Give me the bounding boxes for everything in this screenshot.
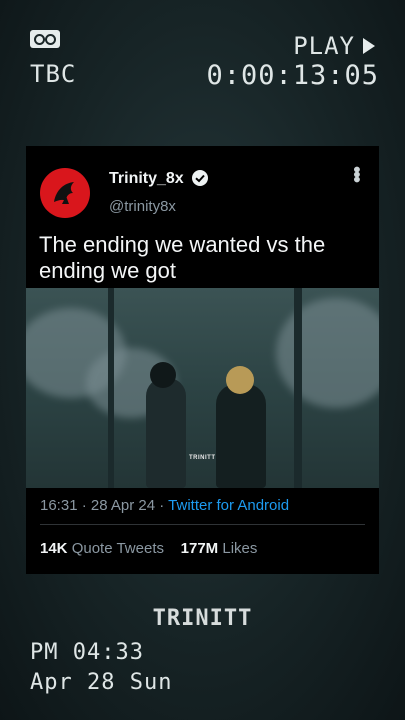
likes-stat[interactable]: 177M Likes [181,540,258,557]
tbc-label: TBC [30,60,77,88]
vhs-date: Apr 28 Sun [30,670,173,695]
tweet-header: Trinity_8x @trinity8x ••• The ending we … [26,146,379,288]
media-figure [216,384,266,488]
quote-count: 14K [40,540,68,557]
like-label: Likes [222,540,258,557]
tweet-date: 28 Apr 24 [90,497,156,514]
tweet-meta: 16:31 · 28 Apr 24 · Twitter for Android … [26,488,379,575]
more-options-icon[interactable]: ••• [344,166,367,181]
tape-counter: 0:00:13:05 [206,60,379,91]
media-figure [146,378,186,488]
play-triangle-icon [363,38,375,54]
media-figure-head [226,366,254,394]
tweet-card: Trinity_8x @trinity8x ••• The ending we … [26,146,379,574]
tweet-source-link[interactable]: Twitter for Android [168,497,289,514]
play-label: PLAY [293,32,355,60]
media-pillar [294,288,302,488]
avatar-logo-icon [54,182,74,204]
tweet-media[interactable]: TRINITT [26,288,379,488]
like-count: 177M [180,540,219,557]
tweet-text: The ending we wanted vs the ending we go… [39,232,326,283]
media-watermark: TRINITT [189,455,216,461]
avatar[interactable] [40,168,90,218]
play-indicator: PLAY [293,32,375,60]
tweet-time: 16:31 [40,497,78,514]
user-handle[interactable]: @trinity8x [109,198,176,215]
media-pillar [108,288,114,488]
channel-watermark: TRINITT [152,606,253,631]
verified-badge-icon [192,170,208,186]
display-name[interactable]: Trinity_8x [109,170,184,188]
tweet-timestamp: 16:31 · 28 Apr 24 · Twitter for Android [40,488,365,525]
quote-label: Quote Tweets [71,540,164,557]
vhs-time: PM 04:33 [30,640,144,665]
quote-tweets-stat[interactable]: 14K Quote Tweets [40,540,164,557]
tweet-stats: 14K Quote Tweets 177M Likes [40,525,365,575]
vhs-tape-icon [30,30,60,48]
media-foliage [276,298,379,408]
media-figure-head [150,362,176,388]
